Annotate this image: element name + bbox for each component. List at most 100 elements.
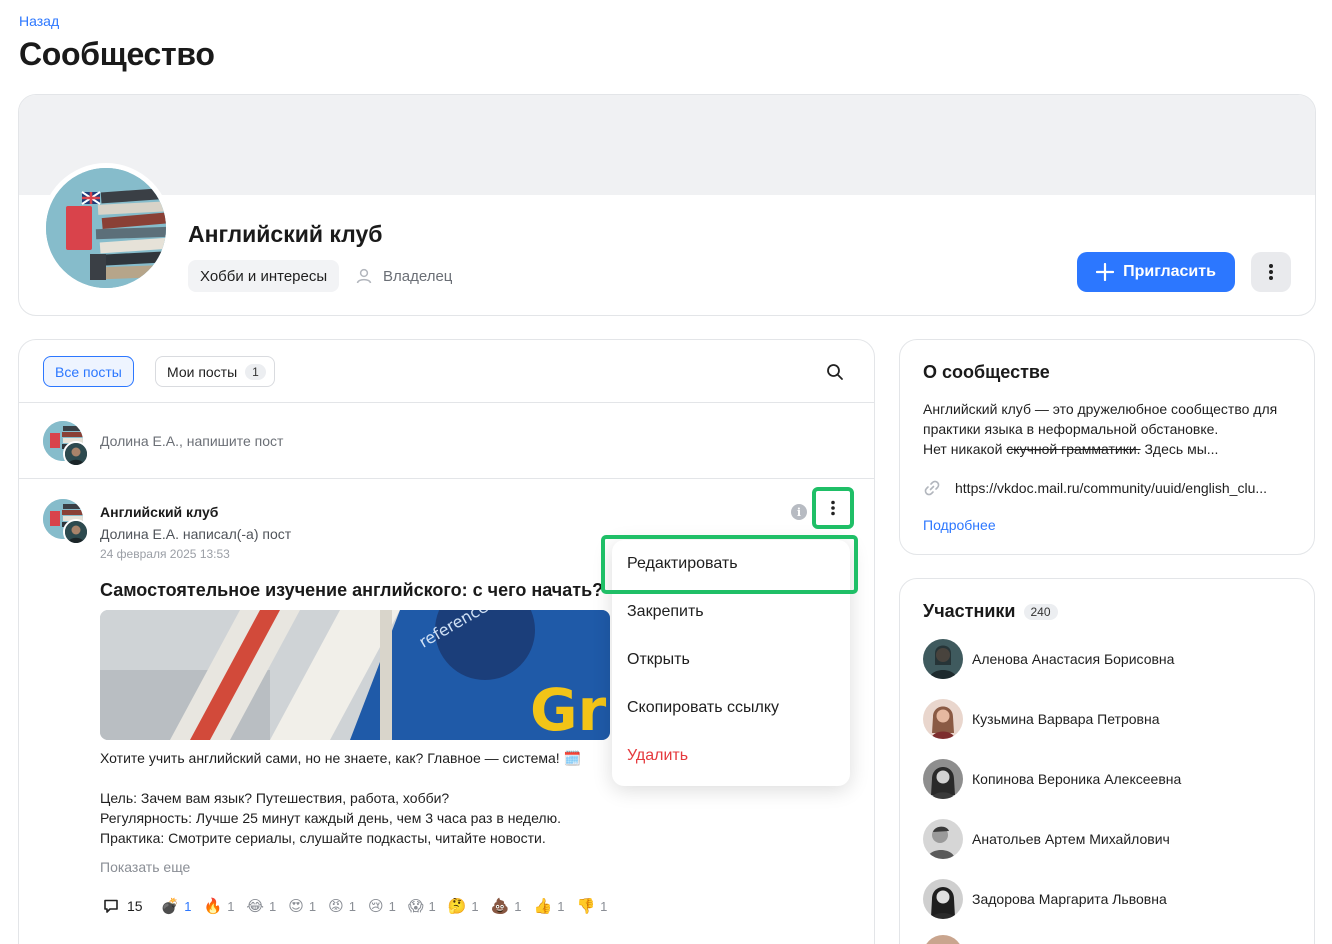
- fire-icon: 🔥: [203, 897, 223, 915]
- reaction-count: 1: [600, 898, 608, 914]
- post-body-line: [100, 768, 620, 788]
- reaction-count: 1: [184, 898, 192, 914]
- sad-icon: 😢: [367, 897, 384, 915]
- feed-filter-bar: Все посты Мои посты 1: [19, 340, 874, 403]
- thumbs-up-icon: 👍: [533, 897, 553, 915]
- post-body: Хотите учить английский сами, но не знае…: [100, 748, 620, 848]
- community-avatar: [41, 163, 171, 293]
- member-item[interactable]: Анатольев Артем Михайлович: [923, 819, 1170, 859]
- member-avatar: [923, 935, 963, 944]
- about-text-part: Английский клуб — это дружелюбное сообще…: [923, 401, 1278, 437]
- comments-button[interactable]: 15: [103, 898, 143, 914]
- post-context-menu: Редактировать Закрепить Открыть Скопиров…: [612, 540, 850, 786]
- comment-icon: [104, 899, 118, 913]
- member-avatar: [923, 639, 963, 679]
- scream-icon: 😱: [407, 897, 424, 915]
- about-text-strike: скучной грамматики.: [1006, 441, 1141, 457]
- laugh-icon: 😂: [246, 897, 264, 915]
- reaction-count: 1: [308, 898, 317, 914]
- post-title[interactable]: Самостоятельное изучение английского: с …: [100, 580, 603, 601]
- about-description: Английский клуб — это дружелюбное сообще…: [923, 399, 1293, 459]
- reaction-count: 1: [428, 898, 436, 914]
- post-body-line: Регулярность: Лучше 25 минут каждый день…: [100, 810, 561, 826]
- reaction-count: 1: [348, 898, 356, 914]
- reaction-thumbs-down[interactable]: 👎 1: [576, 899, 607, 914]
- reaction-thinking[interactable]: 🤔 1: [448, 899, 479, 914]
- invite-label: Пригласить: [1123, 263, 1216, 280]
- members-title-label: Участники: [923, 601, 1016, 621]
- member-avatar: [923, 879, 963, 919]
- reaction-scream[interactable]: 😱 1: [408, 899, 436, 914]
- member-avatar: [923, 819, 963, 859]
- tab-my-posts-label: Мои посты: [167, 363, 238, 380]
- tab-my-posts[interactable]: Мои посты 1: [155, 356, 275, 387]
- about-text-part: Нет никакой: [923, 441, 1007, 457]
- my-posts-count: 1: [245, 363, 266, 380]
- menu-item-pin[interactable]: Закрепить: [612, 588, 850, 636]
- heart-eyes-icon: 😍: [288, 897, 304, 915]
- post-club-name[interactable]: Английский клуб: [100, 504, 218, 520]
- reaction-sad[interactable]: 😢 1: [368, 899, 396, 914]
- reaction-poop[interactable]: 💩 1: [491, 899, 522, 914]
- member-name: Анатольев Артем Михайлович: [972, 831, 1170, 847]
- role-label: Владелец: [383, 267, 453, 285]
- post-more-button[interactable]: [812, 487, 854, 529]
- compose-post[interactable]: Долина Е.А., напишите пост: [19, 403, 874, 479]
- reaction-thumbs-up[interactable]: 👍 1: [534, 899, 565, 914]
- invite-button[interactable]: Пригласить: [1077, 252, 1235, 292]
- community-name: Английский клуб: [188, 221, 383, 247]
- about-link[interactable]: https://vkdoc.mail.ru/community/uuid/eng…: [923, 479, 1267, 497]
- menu-item-delete[interactable]: Удалить: [612, 732, 850, 780]
- reaction-fire[interactable]: 🔥 1: [204, 899, 235, 914]
- members-title: Участники 240: [923, 601, 1058, 622]
- menu-item-edit[interactable]: Редактировать: [612, 540, 850, 588]
- comments-count: 15: [127, 898, 143, 914]
- show-more-link[interactable]: Показать еще: [100, 859, 190, 875]
- reaction-laugh[interactable]: 😂 1: [246, 899, 276, 914]
- more-vertical-icon: [831, 500, 835, 516]
- member-item[interactable]: Аленова Анастасия Борисовна: [923, 639, 1174, 679]
- about-link-text: https://vkdoc.mail.ru/community/uuid/eng…: [955, 480, 1268, 496]
- member-item[interactable]: Задорова Маргарита Львовна: [923, 879, 1167, 919]
- about-text-part: Здесь мы...: [1140, 441, 1219, 457]
- reaction-count: 1: [388, 898, 396, 914]
- back-link[interactable]: Назад: [19, 13, 59, 29]
- tab-all-posts[interactable]: Все посты: [43, 356, 134, 387]
- reaction-count: 1: [471, 898, 479, 914]
- post-author-avatar[interactable]: [43, 499, 89, 545]
- post-body-line: Хотите учить английский сами, но не знае…: [100, 750, 581, 766]
- post-image[interactable]: reference pocket guide Gr: [100, 610, 610, 740]
- reaction-count: 1: [268, 898, 277, 914]
- search-icon[interactable]: [825, 362, 845, 382]
- post-body-line: Практика: Смотрите сериалы, слушайте под…: [100, 830, 546, 846]
- members-count: 240: [1023, 603, 1058, 620]
- member-item[interactable]: Копинова Вероника Алексеевна: [923, 759, 1181, 799]
- angry-icon: 😡: [328, 897, 344, 915]
- menu-item-open[interactable]: Открыть: [612, 636, 850, 684]
- bomb-icon: 💣: [160, 897, 180, 915]
- reaction-count: 1: [514, 898, 522, 914]
- about-more-link[interactable]: Подробнее: [923, 517, 996, 533]
- community-cover: [19, 95, 1315, 195]
- info-icon[interactable]: i: [791, 504, 807, 520]
- reaction-angry[interactable]: 😡 1: [328, 899, 356, 914]
- member-item[interactable]: Кузьмина Варвара Петровна: [923, 699, 1159, 739]
- community-header-card: Английский клуб Хобби и интересы Владеле…: [18, 94, 1316, 316]
- post-body-line: Цель: Зачем вам язык? Путешествия, работ…: [100, 790, 450, 806]
- menu-item-copy-link[interactable]: Скопировать ссылку: [612, 684, 850, 732]
- member-name: Задорова Маргарита Львовна: [972, 891, 1167, 907]
- category-chip[interactable]: Хобби и интересы: [188, 260, 340, 292]
- member-name: Копинова Вероника Алексеевна: [972, 771, 1182, 787]
- community-more-button[interactable]: [1251, 252, 1291, 292]
- reaction-bomb[interactable]: 💣 1: [161, 899, 192, 914]
- member-item-partial[interactable]: [923, 935, 963, 944]
- svg-text:Gr: Gr: [530, 676, 607, 740]
- role-indicator: Владелец: [355, 260, 452, 292]
- plus-icon: [1096, 263, 1115, 281]
- reaction-count: 1: [227, 898, 235, 914]
- compose-placeholder: Долина Е.А., напишите пост: [100, 433, 284, 449]
- books-stack-image: [46, 168, 166, 288]
- more-vertical-icon: [1269, 264, 1273, 280]
- user-avatar: [43, 421, 89, 467]
- reaction-love[interactable]: 😍 1: [288, 899, 316, 914]
